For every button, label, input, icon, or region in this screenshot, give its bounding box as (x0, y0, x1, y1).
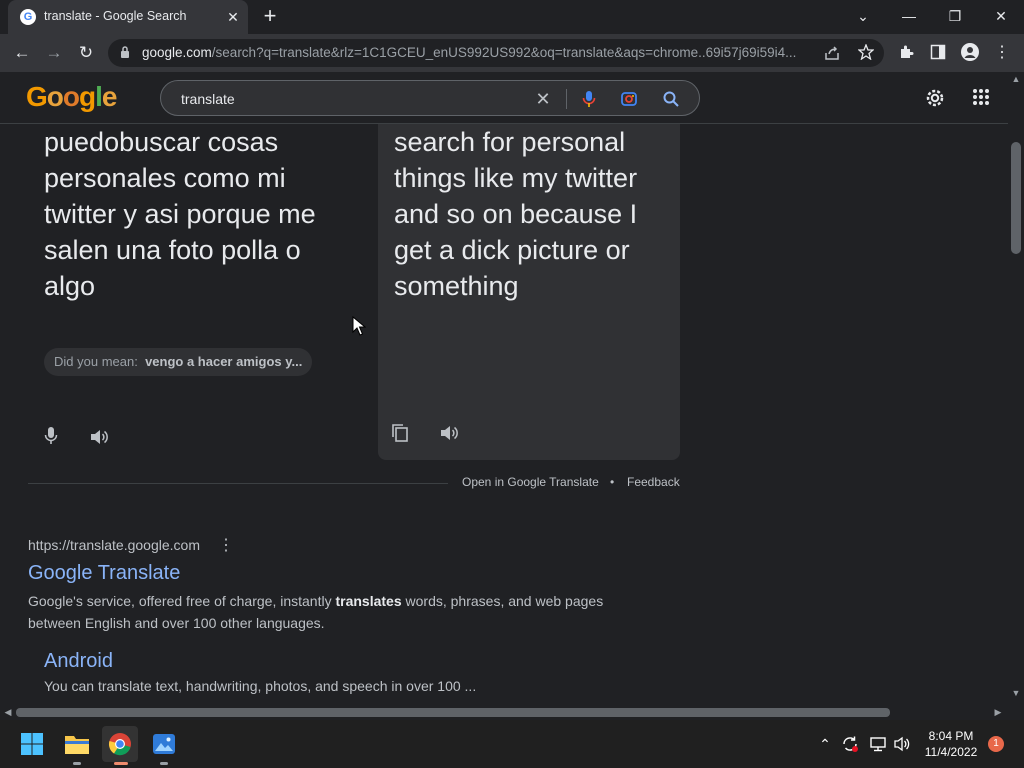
open-in-google-translate-link[interactable]: Open in Google Translate (462, 475, 599, 489)
more-options-icon[interactable]: ⋮ (218, 535, 234, 555)
snippet-text-start: Google's service, offered free of charge… (28, 593, 336, 609)
back-button[interactable]: ← (10, 41, 34, 65)
chrome-icon[interactable] (108, 732, 132, 756)
tab-title: translate - Google Search (44, 9, 187, 23)
sitelink-snippet: You can translate text, handwriting, pho… (44, 678, 477, 694)
url-path: /search?q=translate&rlz=1C1GCEU_enUS992U… (211, 45, 797, 60)
target-text: search for personal things like my twitt… (394, 127, 638, 301)
did-you-mean-suggestion: vengo a hacer amigos y... (145, 354, 303, 369)
show-hidden-icons-chevron-icon[interactable]: ⌃ (815, 734, 835, 754)
scroll-right-arrow-icon[interactable]: ▶ (992, 707, 1004, 718)
translation-panel: search for personal things like my twitt… (378, 124, 680, 460)
search-divider (566, 89, 567, 109)
file-explorer-running-indicator (73, 762, 81, 765)
did-you-mean-label: Did you mean: (54, 354, 138, 369)
tab-search-icon[interactable]: ⌄ (848, 4, 878, 28)
notification-badge[interactable]: 1 (988, 736, 1004, 752)
search-input[interactable]: translate (181, 91, 235, 107)
search-results: puedobuscar cosas personales como mi twi… (0, 124, 1008, 704)
search-icon[interactable] (662, 90, 680, 108)
did-you-mean-chip[interactable]: Did you mean: vengo a hacer amigos y... (44, 348, 313, 376)
mouse-cursor-icon (352, 316, 366, 336)
google-logo[interactable]: Google (26, 81, 117, 113)
network-icon[interactable] (869, 735, 887, 753)
new-tab-button[interactable]: + (258, 5, 282, 29)
source-speaker-icon[interactable] (89, 428, 109, 446)
result-url[interactable]: https://translate.google.com (28, 537, 200, 553)
copy-icon[interactable] (391, 423, 409, 443)
footer-separator: • (610, 475, 615, 489)
browser-toolbar: ← → ↻ google.com/search?q=translate&rlz=… (0, 34, 1024, 72)
feedback-link[interactable]: Feedback (627, 475, 680, 489)
browser-menu-icon[interactable]: ⋮ (990, 41, 1014, 65)
scroll-down-arrow-icon[interactable]: ▼ (1010, 688, 1022, 698)
target-speaker-icon[interactable] (439, 424, 459, 442)
source-microphone-icon[interactable] (43, 426, 59, 446)
share-icon[interactable] (824, 45, 840, 61)
sync-icon[interactable] (841, 735, 859, 753)
photos-icon[interactable] (152, 732, 176, 756)
google-favicon-icon: G (20, 9, 36, 25)
forward-button[interactable]: → (42, 41, 66, 65)
volume-icon[interactable] (893, 735, 911, 753)
file-explorer-icon[interactable] (64, 732, 90, 756)
scroll-up-arrow-icon[interactable]: ▲ (1010, 74, 1022, 84)
side-panel-icon[interactable] (930, 44, 946, 60)
url-text[interactable]: google.com/search?q=translate&rlz=1C1GCE… (142, 45, 796, 60)
clock-date: 11/4/2022 (924, 745, 978, 759)
vertical-scroll-thumb[interactable] (1011, 142, 1021, 254)
scrollbar-corner (1008, 704, 1024, 720)
lock-icon[interactable] (120, 45, 130, 59)
scroll-left-arrow-icon[interactable]: ◀ (2, 707, 14, 718)
lens-camera-icon[interactable] (620, 90, 638, 108)
source-text[interactable]: puedobuscar cosas personales como mi twi… (44, 124, 344, 304)
google-apps-icon[interactable] (972, 88, 990, 106)
settings-gear-icon[interactable] (924, 87, 946, 109)
clock-time: 8:04 PM (928, 729, 974, 743)
system-clock[interactable]: 8:04 PM 11/4/2022 (918, 728, 984, 760)
browser-tab[interactable]: G translate - Google Search ✕ (8, 0, 248, 34)
restore-button[interactable]: ❐ (940, 4, 970, 28)
search-box[interactable]: translate ✕ (160, 80, 700, 116)
windows-taskbar: ⌃ 8:04 PM 11/4/2022 1 (0, 720, 1024, 768)
tab-strip: G translate - Google Search ✕ + ⌄ — ❐ ✕ (0, 0, 1024, 34)
windows-start-icon[interactable] (20, 732, 44, 756)
sitelink-android[interactable]: Android (44, 650, 113, 673)
url-host: google.com (142, 45, 212, 60)
reload-button[interactable]: ↻ (74, 41, 98, 65)
extensions-icon[interactable] (898, 44, 914, 60)
minimize-button[interactable]: — (894, 4, 924, 28)
microphone-icon[interactable] (581, 90, 597, 108)
profile-avatar-icon[interactable] (961, 43, 979, 61)
clear-search-icon[interactable]: ✕ (531, 87, 555, 111)
address-bar[interactable]: google.com/search?q=translate&rlz=1C1GCE… (108, 39, 884, 67)
result-snippet: Google's service, offered free of charge… (28, 590, 628, 634)
photos-running-indicator (160, 762, 168, 765)
bookmark-star-icon[interactable] (858, 44, 874, 60)
snippet-highlight: translates (335, 593, 402, 609)
divider (28, 483, 448, 484)
google-header: Google translate ✕ (0, 72, 1008, 124)
tab-close-icon[interactable]: ✕ (224, 8, 242, 26)
result-title-link[interactable]: Google Translate (28, 562, 180, 585)
chrome-active-indicator (114, 762, 128, 765)
horizontal-scroll-thumb[interactable] (16, 708, 890, 717)
close-window-button[interactable]: ✕ (986, 4, 1016, 28)
horizontal-scrollbar[interactable]: ◀ ▶ (0, 704, 1008, 720)
vertical-scrollbar[interactable]: ▲ ▼ (1008, 72, 1024, 704)
